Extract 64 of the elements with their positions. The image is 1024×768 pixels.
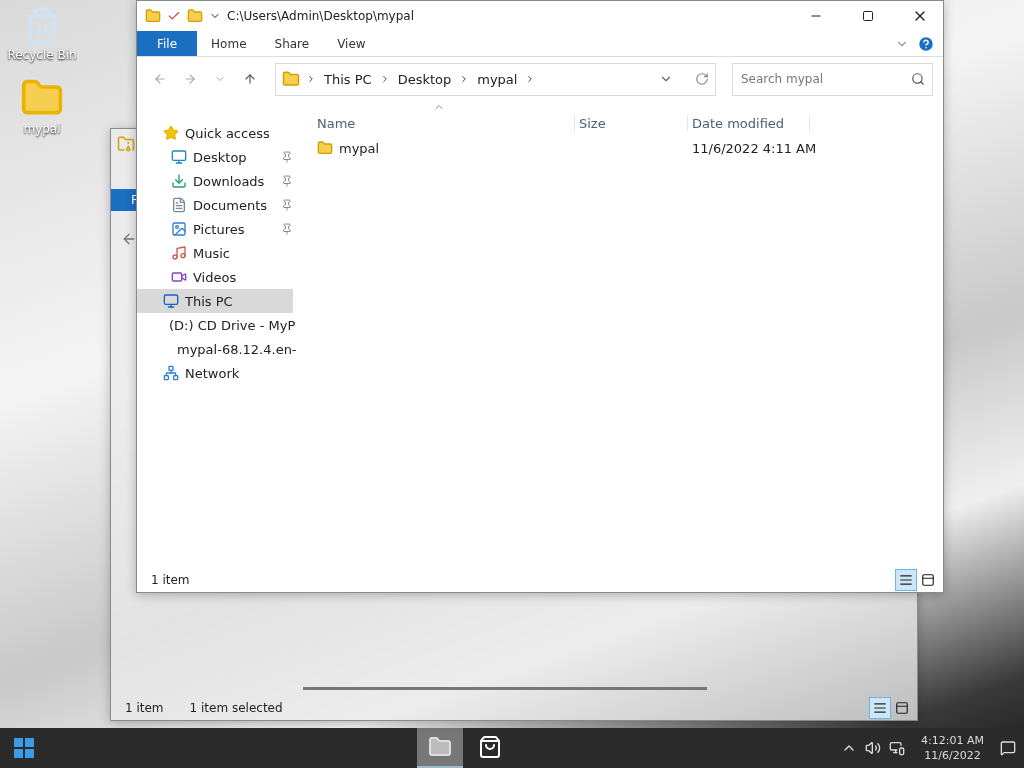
column-header[interactable]: Name	[313, 116, 575, 131]
taskbar-app[interactable]	[416, 728, 463, 768]
view-button[interactable]	[869, 697, 891, 719]
download-icon	[171, 173, 187, 189]
column-header[interactable]: Date modified	[688, 116, 810, 131]
nav-item[interactable]: Music	[137, 241, 293, 265]
ribbon-tab[interactable]: Home	[197, 31, 261, 56]
nav-item[interactable]: Documents	[137, 193, 293, 217]
details-view-icon	[873, 701, 887, 715]
folder-icon	[427, 735, 452, 759]
ribbon-tab[interactable]: Share	[260, 31, 324, 56]
chevron-icon	[306, 74, 316, 84]
nav-item[interactable]: Network	[137, 361, 293, 385]
clock[interactable]: 4:12:01 AM 11/6/2022	[913, 733, 992, 763]
column-header[interactable]: Size	[575, 116, 688, 131]
network-icon[interactable]	[889, 740, 906, 756]
search-icon	[911, 71, 925, 86]
nav-item[interactable]: This PC	[137, 289, 293, 313]
video-icon	[171, 269, 187, 285]
breadcrumb[interactable]: Desktop	[395, 71, 454, 87]
nav-item[interactable]: Pictures	[137, 217, 293, 241]
notification-icon[interactable]	[1000, 740, 1016, 756]
preview-view-icon	[921, 573, 935, 587]
nav-item[interactable]: Quick access	[137, 121, 293, 145]
desktop-icon-label: mypal	[23, 122, 61, 136]
shopping-bag-icon	[477, 735, 502, 759]
speaker-icon[interactable]	[865, 740, 882, 756]
address-bar[interactable]: This PC Desktop mypal	[275, 62, 716, 96]
desktop-icon	[171, 149, 187, 165]
music-icon	[171, 245, 187, 261]
preview-view-icon	[895, 701, 909, 715]
network-icon	[163, 365, 179, 381]
maximize-icon	[862, 10, 874, 22]
document-icon	[171, 197, 187, 213]
computer-icon	[163, 293, 179, 309]
image-icon	[171, 221, 187, 237]
status-text: 1 item selected	[189, 701, 283, 715]
folder-icon	[282, 70, 300, 88]
nav-item[interactable]: (D:) CD Drive - MyP	[137, 313, 293, 337]
file-name[interactable]: mypal	[339, 140, 380, 156]
breadcrumb[interactable]: This PC	[322, 71, 374, 87]
refresh-icon[interactable]	[695, 72, 709, 86]
ribbon-tab[interactable]: View	[323, 31, 380, 56]
desktop-icon-label: Recycle Bin	[7, 48, 77, 62]
breadcrumb[interactable]: mypal	[475, 71, 520, 87]
folder-icon	[145, 8, 161, 24]
file-menu-button[interactable]: File	[137, 31, 198, 56]
view-button[interactable]	[895, 569, 917, 591]
nav-item[interactable]: Videos	[137, 265, 293, 289]
nav-item[interactable]: Downloads	[137, 169, 293, 193]
window-title: C:\Users\Admin\Desktop\mypal	[227, 9, 416, 23]
help-icon[interactable]	[917, 34, 935, 53]
details-view-icon	[899, 573, 913, 587]
search-field[interactable]: Search mypal	[732, 62, 933, 96]
back-arrow-icon[interactable]	[121, 231, 137, 247]
date-modified: 11/6/2022 4:11 AM	[692, 140, 817, 156]
status-text: 1 item	[151, 573, 190, 587]
folder-icon	[317, 140, 333, 156]
status-text: 1 item	[125, 701, 164, 715]
new-folder-icon[interactable]	[187, 8, 203, 24]
star-icon	[163, 125, 179, 141]
nav-item[interactable]: Desktop	[137, 145, 293, 169]
windows-logo-icon	[14, 738, 34, 758]
zip-folder-icon	[117, 135, 135, 153]
